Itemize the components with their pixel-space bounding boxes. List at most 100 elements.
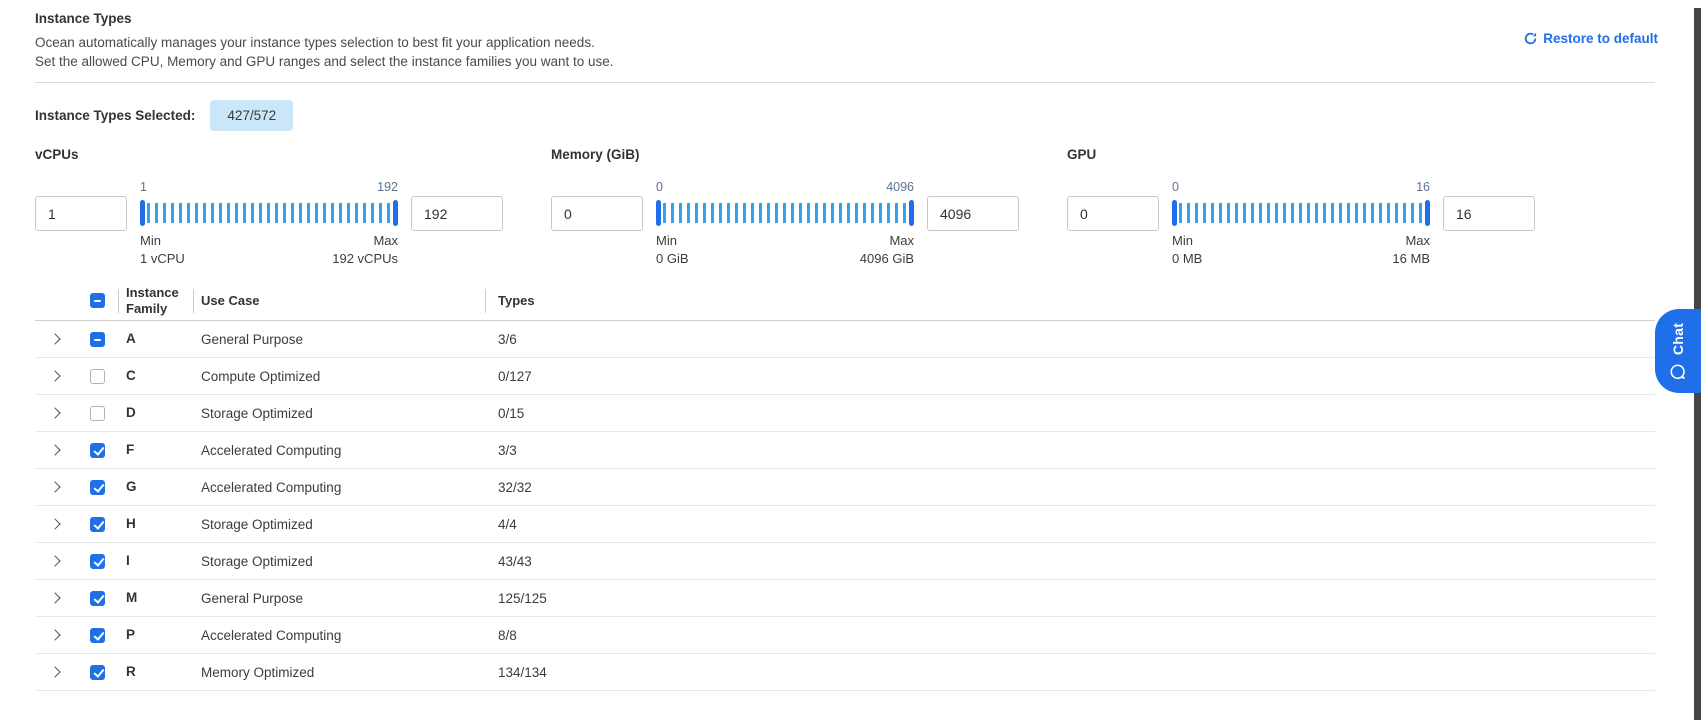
chevron-right-icon[interactable] xyxy=(49,370,60,381)
page-description: Ocean automatically manages your instanc… xyxy=(35,33,1655,71)
chevron-right-icon[interactable] xyxy=(49,592,60,603)
row-checkbox[interactable] xyxy=(90,665,105,680)
slider-captions: 0 MB 16 MB xyxy=(1172,251,1430,266)
instance-family-letter: P xyxy=(126,627,135,642)
slider-track[interactable] xyxy=(1172,200,1430,226)
table-row: A General Purpose 3/6 xyxy=(35,321,1655,358)
checkbox-cell xyxy=(83,665,118,680)
instance-family-cell: C xyxy=(118,368,193,384)
types-count-cell: 4/4 xyxy=(485,517,1655,532)
instance-family-letter: C xyxy=(126,368,136,383)
slider-handle-max[interactable] xyxy=(909,200,914,226)
checkbox-cell xyxy=(83,406,118,421)
header-divider xyxy=(35,82,1655,83)
instance-family-cell: P xyxy=(118,627,193,643)
slider-handle-values: 0 4096 xyxy=(656,180,914,196)
sliders-row: vCPUs 1 192 Min Max xyxy=(35,147,1655,266)
min-caption: 1 vCPU xyxy=(140,251,185,266)
row-checkbox[interactable] xyxy=(90,628,105,643)
row-checkbox[interactable] xyxy=(90,332,105,347)
slider-handle-min[interactable] xyxy=(1172,200,1177,226)
min-input[interactable] xyxy=(551,196,643,231)
chevron-right-icon[interactable] xyxy=(49,629,60,640)
slider-track[interactable] xyxy=(140,200,398,226)
slider-label: Memory (GiB) xyxy=(551,147,1019,162)
slider-label: vCPUs xyxy=(35,147,503,162)
column-header-use-case: Use Case xyxy=(193,293,485,308)
slider-track[interactable] xyxy=(656,200,914,226)
instance-types-page: Instance Types Ocean automatically manag… xyxy=(0,0,1701,720)
chevron-right-icon[interactable] xyxy=(49,333,60,344)
slider-handle-min[interactable] xyxy=(140,200,145,226)
row-checkbox[interactable] xyxy=(90,480,105,495)
slider-min-value: 0 xyxy=(656,180,663,196)
chat-button[interactable]: Chat xyxy=(1655,309,1701,393)
use-case-cell: Accelerated Computing xyxy=(193,628,485,643)
expand-cell xyxy=(35,446,83,454)
checkbox-cell xyxy=(83,443,118,458)
chevron-right-icon[interactable] xyxy=(49,444,60,455)
slider-minmax-labels: Min Max xyxy=(656,233,914,248)
page-header: Instance Types Ocean automatically manag… xyxy=(0,0,1701,71)
instance-family-letter: R xyxy=(126,664,136,679)
types-count-cell: 125/125 xyxy=(485,591,1655,606)
chevron-right-icon[interactable] xyxy=(49,666,60,677)
chat-button-content: Chat xyxy=(1670,322,1687,379)
chevron-right-icon[interactable] xyxy=(49,555,60,566)
slider-controls: 0 4096 Min Max 0 GiB 4096 GiB xyxy=(551,180,1019,266)
types-count-cell: 32/32 xyxy=(485,480,1655,495)
instance-family-letter: M xyxy=(126,590,137,605)
instance-family-letter: H xyxy=(126,516,136,531)
slider-handle-max[interactable] xyxy=(1425,200,1430,226)
row-checkbox[interactable] xyxy=(90,369,105,384)
max-input[interactable] xyxy=(927,196,1019,231)
table-row: C Compute Optimized 0/127 xyxy=(35,358,1655,395)
max-label: Max xyxy=(889,233,914,248)
row-checkbox[interactable] xyxy=(90,443,105,458)
max-caption: 16 MB xyxy=(1392,251,1430,266)
max-caption: 4096 GiB xyxy=(860,251,914,266)
use-case-cell: Memory Optimized xyxy=(193,665,485,680)
types-count-cell: 134/134 xyxy=(485,665,1655,680)
table-row: D Storage Optimized 0/15 xyxy=(35,395,1655,432)
expand-cell xyxy=(35,631,83,639)
slider-handle-values: 0 16 xyxy=(1172,180,1430,196)
max-caption: 192 vCPUs xyxy=(332,251,398,266)
use-case-cell: Compute Optimized xyxy=(193,369,485,384)
row-checkbox[interactable] xyxy=(90,591,105,606)
row-checkbox[interactable] xyxy=(90,554,105,569)
table-row: F Accelerated Computing 3/3 xyxy=(35,432,1655,469)
instance-family-letter: F xyxy=(126,442,134,457)
chevron-right-icon[interactable] xyxy=(49,481,60,492)
slider-handle-max[interactable] xyxy=(393,200,398,226)
instance-family-letter: I xyxy=(126,553,130,568)
slider-handle-min[interactable] xyxy=(656,200,661,226)
slider-ticks xyxy=(663,203,907,223)
expand-cell xyxy=(35,557,83,565)
max-input[interactable] xyxy=(411,196,503,231)
min-input[interactable] xyxy=(35,196,127,231)
table-row: G Accelerated Computing 32/32 xyxy=(35,469,1655,506)
instance-family-cell: A xyxy=(118,331,193,347)
instance-types-selected-badge: 427/572 xyxy=(210,100,293,131)
table-row: M General Purpose 125/125 xyxy=(35,580,1655,617)
expand-cell xyxy=(35,483,83,491)
chevron-right-icon[interactable] xyxy=(49,518,60,529)
restore-to-default-button[interactable]: Restore to default xyxy=(1524,31,1658,46)
expand-cell xyxy=(35,668,83,676)
header-checkbox-cell xyxy=(83,293,118,308)
row-checkbox[interactable] xyxy=(90,406,105,421)
max-input[interactable] xyxy=(1443,196,1535,231)
instance-family-table: Instance Family Use Case Types A General… xyxy=(35,281,1655,691)
chat-button-label: Chat xyxy=(1670,322,1686,354)
instance-family-letter: G xyxy=(126,479,137,494)
chevron-right-icon[interactable] xyxy=(49,407,60,418)
column-header-instance-family: Instance Family xyxy=(118,285,193,317)
expand-cell xyxy=(35,520,83,528)
expand-cell xyxy=(35,335,83,343)
select-all-checkbox[interactable] xyxy=(90,293,105,308)
restore-to-default-label: Restore to default xyxy=(1543,31,1658,46)
types-count-cell: 3/3 xyxy=(485,443,1655,458)
row-checkbox[interactable] xyxy=(90,517,105,532)
min-input[interactable] xyxy=(1067,196,1159,231)
